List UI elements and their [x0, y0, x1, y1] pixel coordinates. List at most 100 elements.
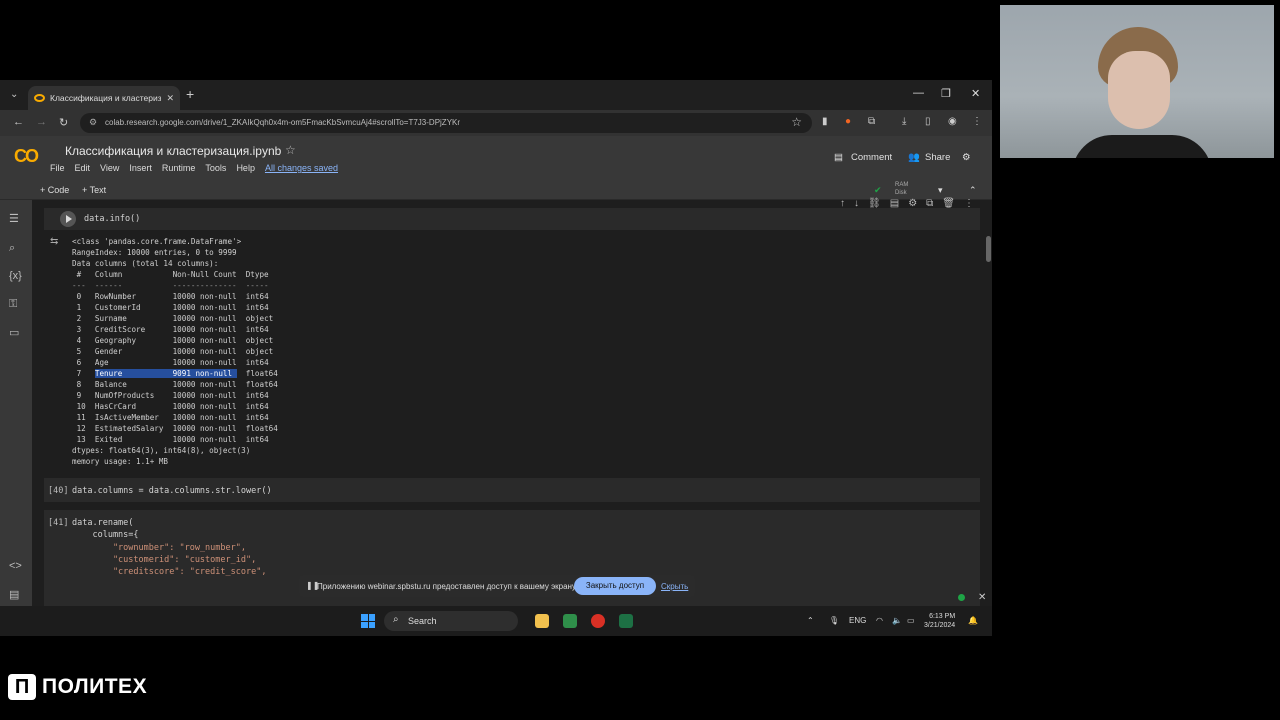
menu-insert[interactable]: Insert: [129, 163, 152, 173]
cell-code-line[interactable]: "rownumber": "row_number",: [72, 543, 246, 553]
settings-gear-icon[interactable]: ⚙: [962, 152, 971, 163]
add-code-button[interactable]: + Code: [40, 185, 69, 195]
notebook-scrollbar[interactable]: [986, 236, 991, 262]
browser-tab[interactable]: Классификация и кластериза ✕: [28, 86, 180, 110]
move-up-icon[interactable]: ↑: [840, 198, 845, 209]
resource-indicator[interactable]: RAM Disk: [895, 181, 908, 197]
taskbar-clock[interactable]: 6:13 PM 3/21/2024: [924, 612, 955, 630]
collapse-header-icon[interactable]: ⌃: [969, 185, 977, 196]
files-folder-icon[interactable]: ▭: [9, 326, 19, 339]
extension-fox-icon[interactable]: ●: [845, 116, 851, 127]
output-dtypes-line: dtypes: float64(3), int64(8), object(3): [72, 446, 251, 455]
comment-button[interactable]: Comment: [851, 152, 892, 163]
microphone-icon[interactable]: 🎙: [829, 616, 839, 625]
excel-icon[interactable]: [619, 614, 633, 628]
mirror-cell-icon[interactable]: ⧉: [926, 198, 933, 209]
output-row: 4 Geography 10000 non-null object: [72, 336, 278, 345]
tab-list-chevron-icon[interactable]: ⌄: [10, 89, 18, 100]
menu-tools[interactable]: Tools: [205, 163, 226, 173]
presenter-face: [1108, 51, 1170, 129]
menu-edit[interactable]: Edit: [75, 163, 91, 173]
stop-sharing-button[interactable]: Закрыть доступ: [574, 577, 656, 595]
tab-close-icon[interactable]: ✕: [166, 93, 174, 104]
selected-text[interactable]: Tenure 9091 non-null: [94, 369, 237, 378]
notifications-bell-icon[interactable]: 🔔: [968, 616, 978, 625]
tray-overflow-icon[interactable]: ⌃: [807, 616, 814, 625]
window-close-icon[interactable]: ✕: [971, 87, 980, 100]
cell-toolbar: ↑ ↓ ⛓ ▤ ⚙ ⧉ 🗑 ⋮: [840, 198, 974, 209]
secrets-key-icon[interactable]: ⚿: [9, 298, 17, 311]
wifi-icon[interactable]: ◠: [876, 616, 883, 625]
share-people-icon[interactable]: 👥: [908, 152, 920, 163]
puzzle-icon[interactable]: ⧉: [868, 116, 875, 127]
star-notebook-icon[interactable]: ☆: [285, 143, 296, 157]
command-palette-icon[interactable]: ▤: [9, 588, 19, 601]
output-range-line: RangeIndex: 10000 entries, 0 to 9999: [72, 248, 237, 257]
minimize-icon[interactable]: —: [913, 87, 924, 99]
politech-brand: П ПОЛИТЕХ: [8, 674, 147, 700]
extension-icon[interactable]: ▮: [822, 116, 828, 127]
windows-start-icon[interactable]: [361, 614, 375, 628]
profile-avatar-icon[interactable]: ◉: [948, 116, 957, 127]
hide-banner-link[interactable]: Скрыть: [661, 582, 688, 591]
menu-help[interactable]: Help: [236, 163, 255, 173]
chrome-icon[interactable]: [591, 614, 605, 628]
language-indicator[interactable]: ENG: [849, 616, 866, 625]
code-snippets-icon[interactable]: <>: [9, 560, 22, 572]
volume-icon[interactable]: 🔈: [892, 616, 902, 625]
code-cell-info[interactable]: data.info() ↑ ↓ ⛓ ▤ ⚙ ⧉ 🗑 ⋮: [44, 198, 980, 230]
menu-bar: File Edit View Insert Runtime Tools Help…: [50, 163, 338, 173]
cell-code[interactable]: data.info(): [84, 214, 140, 224]
restore-icon[interactable]: ❐: [941, 87, 951, 100]
cell-settings-icon[interactable]: ⚙: [908, 198, 917, 209]
cell-code-line[interactable]: columns={: [72, 530, 138, 540]
output-toggle-icon[interactable]: ⇆: [50, 236, 58, 247]
output-row: 11 IsActiveMember 10000 non-null int64: [72, 413, 278, 422]
new-tab-icon[interactable]: +: [186, 86, 194, 102]
variables-icon[interactable]: {x}: [9, 270, 22, 282]
taskbar-search[interactable]: ⌕ Search: [384, 611, 518, 631]
bookmark-star-icon[interactable]: ☆: [791, 115, 802, 129]
output-row-selected[interactable]: 7 Tenure 9091 non-null float64: [72, 368, 278, 379]
code-cell-40[interactable]: [40] data.columns = data.columns.str.low…: [44, 478, 980, 502]
back-icon[interactable]: ←: [13, 116, 24, 128]
cell-code[interactable]: data.columns = data.columns.str.lower(): [72, 486, 272, 496]
add-text-button[interactable]: + Text: [82, 185, 106, 195]
move-down-icon[interactable]: ↓: [854, 198, 859, 209]
menu-file[interactable]: File: [50, 163, 65, 173]
toc-icon[interactable]: ☰: [9, 212, 19, 225]
save-status-link[interactable]: All changes saved: [265, 163, 338, 173]
runtime-dropdown-icon[interactable]: ▾: [938, 185, 943, 196]
colab-favicon-icon: [34, 94, 45, 102]
colab-logo[interactable]: CO: [14, 146, 39, 167]
notebook-area: data.info() ↑ ↓ ⛓ ▤ ⚙ ⧉ 🗑 ⋮ ⇆ <class 'pa…: [32, 198, 992, 636]
close-overlay-icon[interactable]: ✕: [978, 592, 986, 603]
forward-icon[interactable]: →: [36, 116, 47, 128]
cell-code-line[interactable]: "customerid": "customer_id",: [72, 555, 256, 565]
delete-cell-icon[interactable]: 🗑: [942, 198, 955, 209]
file-explorer-icon[interactable]: [535, 614, 549, 628]
menu-view[interactable]: View: [100, 163, 119, 173]
omnibox[interactable]: ⚙ colab.research.google.com/drive/1_ZKAI…: [80, 113, 812, 133]
output-row: 2 Surname 10000 non-null object: [72, 314, 278, 323]
comment-cell-icon[interactable]: ▤: [890, 198, 899, 209]
cell-code-line[interactable]: "creditscore": "credit_score",: [72, 567, 267, 577]
reload-icon[interactable]: ↻: [59, 116, 68, 129]
output-row: 10 HasCrCard 10000 non-null int64: [72, 402, 278, 411]
battery-icon[interactable]: ▭: [907, 616, 915, 625]
output-row: 8 Balance 10000 non-null float64: [72, 380, 278, 389]
cell-more-icon[interactable]: ⋮: [964, 198, 974, 209]
download-icon[interactable]: ⤓: [902, 116, 906, 127]
cell-code-line[interactable]: data.rename(: [72, 518, 133, 528]
terminal-app-icon[interactable]: [563, 614, 577, 628]
run-cell-icon[interactable]: [60, 211, 76, 227]
link-icon[interactable]: ⛓: [868, 198, 881, 209]
comment-icon[interactable]: ▤: [834, 152, 843, 163]
side-panel-icon[interactable]: ▯: [925, 116, 931, 127]
menu-runtime[interactable]: Runtime: [162, 163, 196, 173]
browser-menu-icon[interactable]: ⋮: [972, 116, 982, 127]
notebook-title[interactable]: Классификация и кластеризация.ipynb: [65, 144, 281, 158]
share-button[interactable]: Share: [925, 152, 950, 163]
search-icon[interactable]: ⌕: [9, 242, 15, 255]
site-info-icon[interactable]: ⚙: [89, 117, 97, 128]
